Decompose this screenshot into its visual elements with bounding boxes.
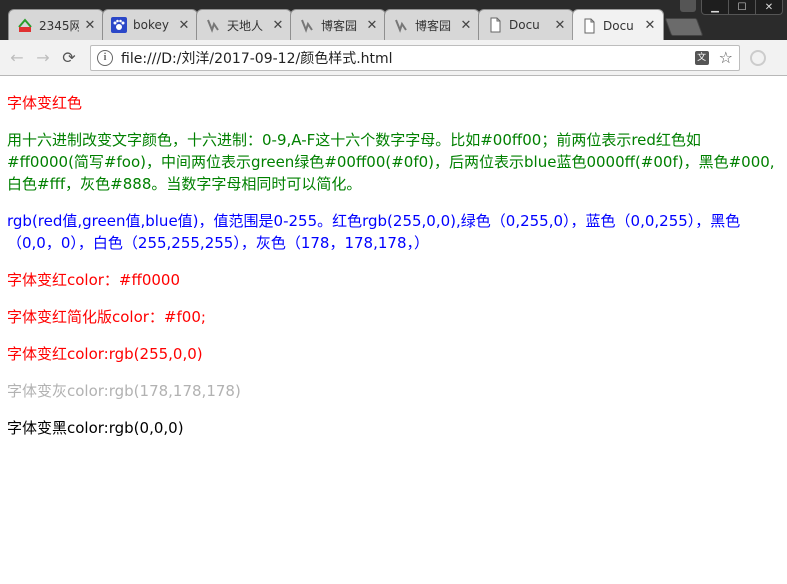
site-logo-icon	[393, 17, 409, 33]
close-icon[interactable]: ✕	[271, 18, 285, 33]
text-line: 字体变红color：#ff0000	[7, 271, 181, 289]
tab-title: Docu	[509, 18, 540, 32]
address-bar[interactable]: i file:///D:/刘洋/2017-09-12/颜色样式.html 文 ☆	[90, 44, 740, 71]
paw-icon	[111, 17, 127, 33]
tab-document-active[interactable]: Docu ✕	[572, 9, 664, 40]
close-icon[interactable]: ✕	[459, 18, 473, 33]
text-line: 字体变黑color:rgb(0,0,0)	[7, 419, 184, 437]
document-icon	[487, 17, 503, 33]
page-content: 字体变红色 用十六进制改变文字颜色，十六进制：0-9,A-F这十六个数字字母。比…	[0, 76, 787, 460]
reload-icon[interactable]: ⟳	[58, 47, 80, 69]
extension-icon[interactable]	[750, 49, 766, 66]
tab-tiandiren[interactable]: 天地人 ✕	[196, 9, 292, 40]
close-icon[interactable]: ✕	[553, 18, 567, 33]
text-line: 字体变红色	[7, 94, 83, 112]
star-icon[interactable]: ☆	[719, 48, 733, 67]
translate-icon[interactable]: 文	[694, 50, 709, 65]
close-icon[interactable]: ✕	[177, 18, 191, 33]
tab-bokey[interactable]: bokey ✕	[102, 9, 198, 40]
close-icon[interactable]: ✕	[83, 18, 97, 33]
info-icon[interactable]: i	[97, 49, 113, 66]
tab-title: 天地人	[227, 18, 264, 33]
tab-document-1[interactable]: Docu ✕	[478, 9, 574, 40]
text-line: 字体变红color:rgb(255,0,0)	[7, 345, 203, 363]
tab-title: 2345网	[39, 18, 79, 33]
text-line: rgb(red值,green值,blue值)，值范围是0-255。红色rgb(2…	[7, 212, 741, 252]
tab-title: 博客园	[321, 18, 358, 33]
site-logo-icon	[299, 17, 315, 33]
back-icon[interactable]: ←	[6, 47, 28, 69]
maximize-icon[interactable]: ☐	[728, 0, 755, 14]
tab-strip: 2345网 ✕ bokey ✕ 天地人 ✕ 博客园 ✕ 博客园 ✕ Docu ✕…	[0, 0, 787, 40]
2345-logo-icon	[17, 17, 33, 33]
tab-title: 博客园	[415, 18, 452, 33]
close-icon[interactable]: ✕	[365, 18, 379, 33]
new-tab-button[interactable]	[664, 18, 704, 36]
text-line: 字体变灰color:rgb(178,178,178)	[7, 382, 241, 400]
minimize-icon[interactable]: ▁	[702, 0, 728, 14]
close-icon[interactable]: ✕	[643, 18, 657, 33]
text-line: 用十六进制改变文字颜色，十六进制：0-9,A-F这十六个数字字母。比如#00ff…	[7, 131, 775, 193]
text-line: 字体变红简化版color：#f00;	[7, 308, 206, 326]
tab-2345[interactable]: 2345网 ✕	[8, 9, 104, 40]
tab-cnblogs-1[interactable]: 博客园 ✕	[290, 9, 386, 40]
window-controls: ▁ ☐ ✕	[701, 0, 783, 15]
browser-toolbar: ← → ⟳ i file:///D:/刘洋/2017-09-12/颜色样式.ht…	[0, 40, 787, 76]
tab-title: Docu	[603, 18, 634, 33]
close-window-icon[interactable]: ✕	[755, 0, 782, 14]
site-logo-icon	[205, 17, 221, 33]
document-icon	[581, 18, 597, 34]
tab-title: bokey	[133, 18, 169, 32]
profile-icon[interactable]	[680, 0, 696, 12]
tab-cnblogs-2[interactable]: 博客园 ✕	[384, 9, 480, 40]
url-text[interactable]: file:///D:/刘洋/2017-09-12/颜色样式.html	[121, 48, 695, 68]
forward-icon[interactable]: →	[32, 47, 54, 69]
